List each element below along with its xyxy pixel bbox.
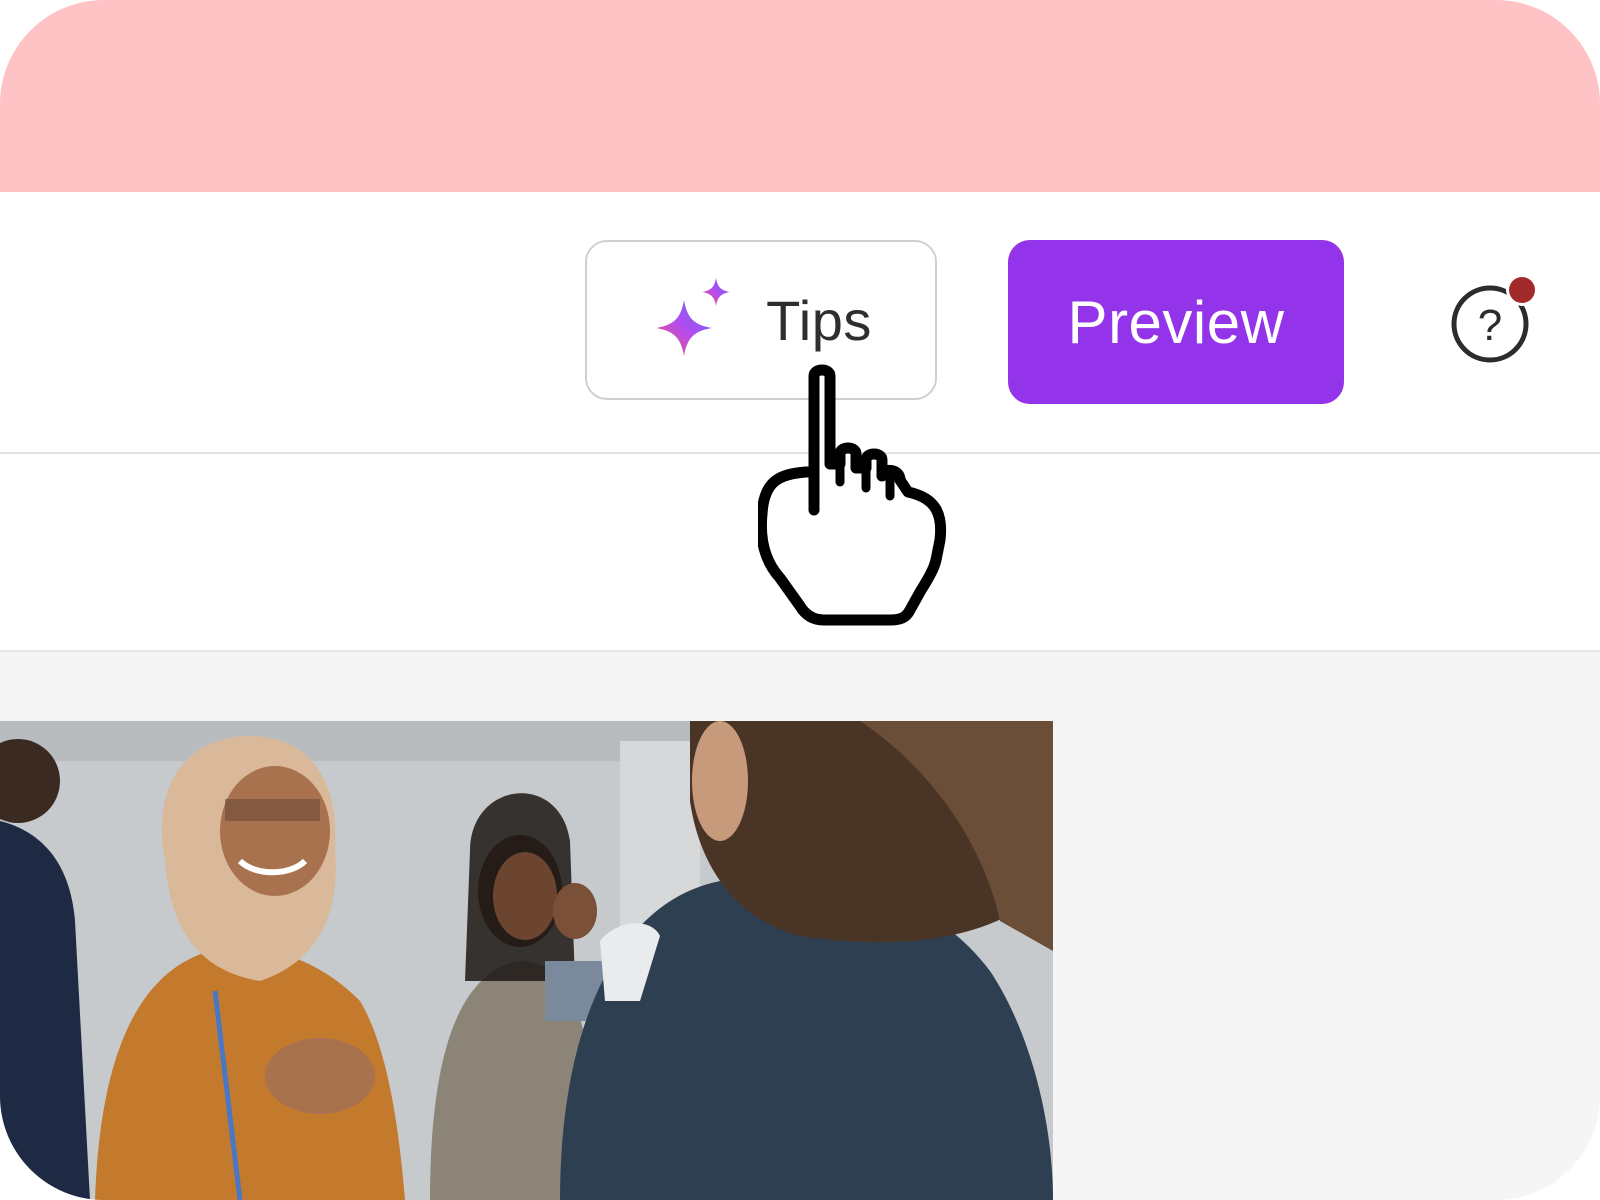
help-circle-icon: ? [1451,274,1538,363]
tips-button[interactable]: Tips [585,240,937,400]
hero-image[interactable] [0,721,1053,1200]
top-banner [0,0,1600,192]
preview-button[interactable]: Preview [1008,240,1344,404]
help-button[interactable]: ? [1448,274,1540,366]
secondary-toolbar [0,454,1600,652]
tips-label: Tips [766,288,872,352]
notification-dot [1509,277,1535,303]
sparkle-icon [656,278,731,356]
app-frame: Tips Preview ? [0,0,1600,1200]
svg-text:?: ? [1478,301,1502,350]
top-toolbar: Tips Preview ? [0,192,1600,454]
